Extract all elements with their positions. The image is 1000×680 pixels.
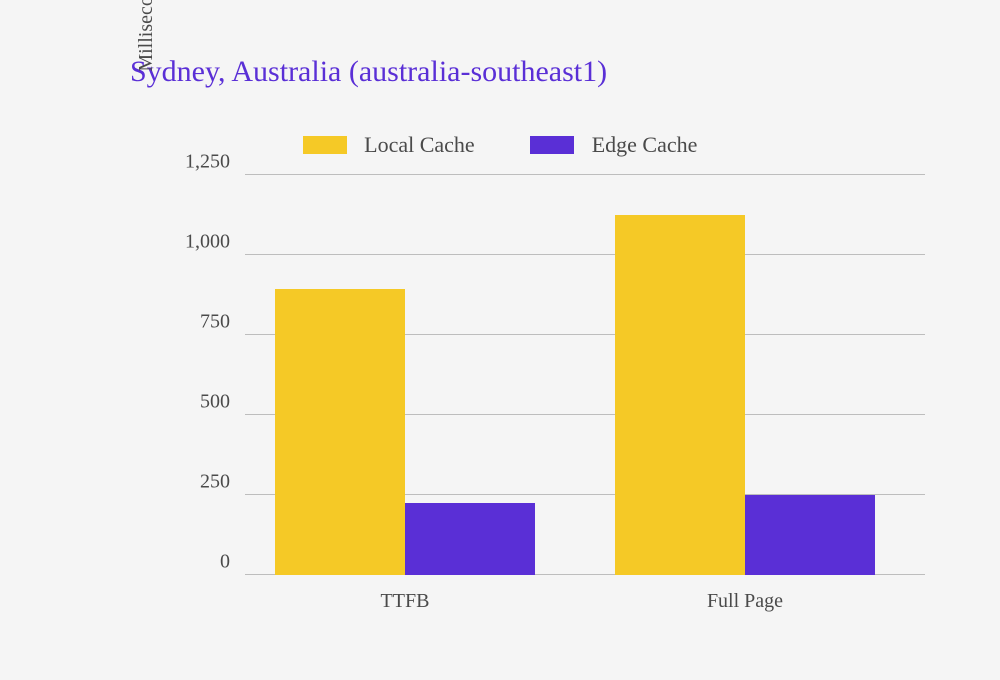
chart-title: Sydney, Australia (australia-southeast1) xyxy=(130,55,607,89)
chart-container: Sydney, Australia (australia-southeast1)… xyxy=(0,0,1000,680)
x-tick-label-ttfb: TTFB xyxy=(275,590,535,613)
legend-label-local-cache: Local Cache xyxy=(364,132,475,157)
legend-swatch-local-cache xyxy=(303,136,347,154)
legend-label-edge-cache: Edge Cache xyxy=(592,132,698,157)
legend-item-edge-cache: Edge Cache xyxy=(530,130,697,158)
y-tick-label: 250 xyxy=(160,471,230,494)
y-tick-label: 0 xyxy=(160,551,230,574)
y-axis-label: Milliseconds xyxy=(135,0,158,205)
legend-item-local-cache: Local Cache xyxy=(303,130,475,158)
bar-ttfb-local-cache xyxy=(275,289,405,575)
grid-line xyxy=(245,174,925,175)
legend-swatch-edge-cache xyxy=(530,136,574,154)
bar-fullpage-local-cache xyxy=(615,215,745,575)
y-tick-label: 500 xyxy=(160,391,230,414)
y-tick-label: 1,000 xyxy=(160,231,230,254)
y-tick-label: 1,250 xyxy=(160,151,230,174)
plot-area: 0 250 500 750 1,000 1,250 TTFB Full Page xyxy=(245,175,925,575)
bar-fullpage-edge-cache xyxy=(745,495,875,575)
grid-line xyxy=(245,254,925,255)
y-tick-label: 750 xyxy=(160,311,230,334)
x-tick-label-fullpage: Full Page xyxy=(615,590,875,613)
bar-ttfb-edge-cache xyxy=(405,503,535,575)
